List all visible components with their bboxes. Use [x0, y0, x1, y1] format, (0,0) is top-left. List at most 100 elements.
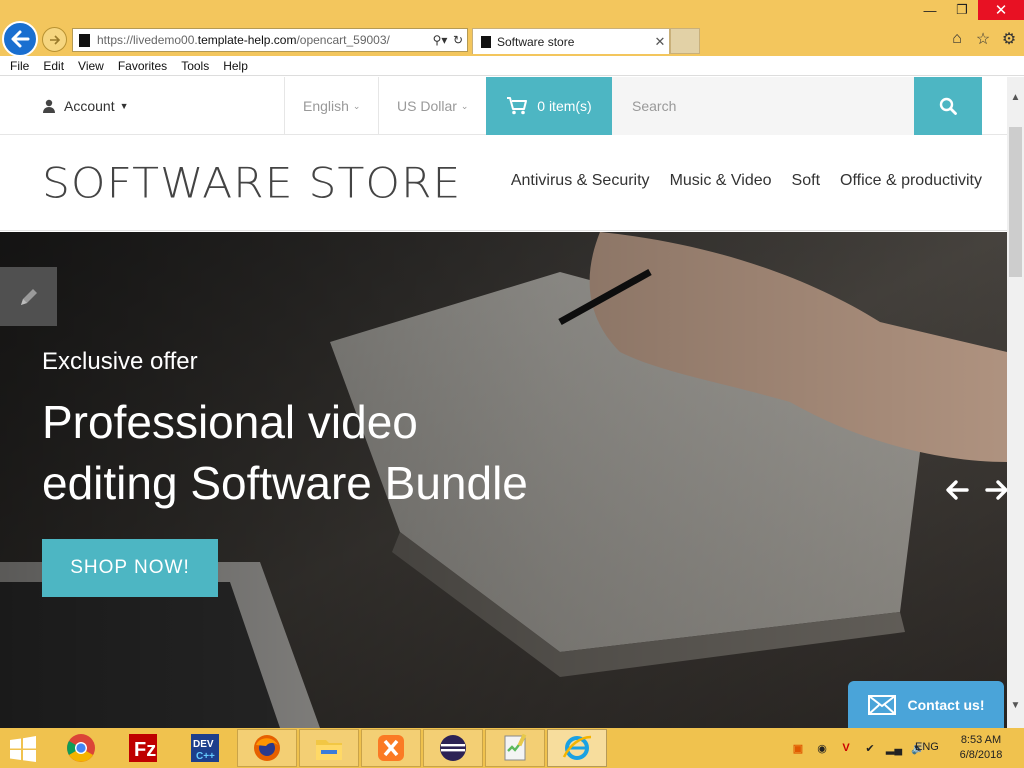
- divider: [284, 77, 285, 135]
- tray-app-icon[interactable]: ◉: [812, 738, 832, 758]
- page-scrollbar[interactable]: ▲ ▼: [1007, 77, 1024, 728]
- settings-gear-icon[interactable]: ⚙: [1000, 30, 1018, 48]
- taskbar-filezilla[interactable]: Fz: [113, 729, 173, 767]
- nav-office-productivity[interactable]: Office & productivity: [840, 172, 982, 190]
- clock-time: 8:53 AM: [960, 734, 1002, 746]
- scroll-down-icon[interactable]: ▼: [1007, 697, 1024, 714]
- taskbar-firefox[interactable]: [237, 729, 297, 767]
- url-path: /opencart_59003/: [296, 33, 390, 47]
- usb-safely-remove-icon[interactable]: ✔: [860, 738, 880, 758]
- menu-help[interactable]: Help: [223, 59, 248, 73]
- account-dropdown[interactable]: Account ▼: [42, 77, 129, 135]
- search-icon: [939, 97, 957, 115]
- url-prefix: https://livedemo00.: [97, 33, 198, 47]
- menu-bar: File Edit View Favorites Tools Help: [0, 56, 1024, 76]
- hero-slider: Exclusive offer Professional video editi…: [0, 232, 1007, 728]
- nav-music-video[interactable]: Music & Video: [670, 172, 772, 190]
- scroll-up-icon[interactable]: ▲: [1007, 89, 1024, 106]
- search-button[interactable]: [914, 77, 982, 135]
- menu-favorites[interactable]: Favorites: [118, 59, 167, 73]
- pencil-icon: [20, 288, 37, 305]
- xampp-tray-icon[interactable]: ▣: [788, 738, 808, 758]
- clock-date: 6/8/2018: [959, 749, 1003, 761]
- search-dropdown-icon[interactable]: ⚲▾: [431, 33, 449, 47]
- window-controls: — ❐ ✕: [914, 0, 1024, 22]
- input-language[interactable]: ENG: [915, 741, 939, 753]
- cart-button[interactable]: 0 item(s): [486, 77, 612, 135]
- language-label: English: [303, 98, 349, 114]
- language-select[interactable]: English ⌄: [303, 77, 360, 135]
- address-bar[interactable]: https://livedemo00.template-help.com/ope…: [72, 28, 468, 52]
- store-header: SOFTWARE STORE Antivirus & Security Musi…: [0, 136, 1007, 231]
- scroll-thumb[interactable]: [1009, 127, 1022, 277]
- close-window-button[interactable]: ✕: [978, 0, 1024, 20]
- url-host: template-help.com: [197, 33, 297, 47]
- devcpp-icon: DEV C++: [191, 734, 219, 762]
- forward-button[interactable]: [42, 27, 67, 52]
- firefox-icon: [254, 735, 280, 761]
- store-logo[interactable]: SOFTWARE STORE: [42, 159, 461, 207]
- clock[interactable]: 8:53 AM 6/8/2018: [955, 733, 1007, 763]
- hero-kicker: Exclusive offer: [42, 348, 198, 375]
- xampp-icon: [378, 735, 404, 761]
- refresh-icon[interactable]: ↻: [449, 33, 467, 47]
- filezilla-icon: Fz: [129, 734, 157, 762]
- tab-close-icon[interactable]: ✕: [651, 34, 669, 50]
- tray-v-icon[interactable]: V: [836, 738, 856, 758]
- windows-start-icon[interactable]: [8, 736, 38, 762]
- home-icon[interactable]: ⌂: [948, 30, 966, 48]
- search-input[interactable]: [612, 77, 914, 135]
- caret-down-icon: ▼: [119, 101, 129, 111]
- page-favicon-icon: [79, 33, 90, 47]
- hero-title: Professional video editing Software Bund…: [42, 392, 602, 514]
- slider-prev-button[interactable]: [944, 477, 970, 503]
- currency-label: US Dollar: [397, 98, 457, 114]
- notepadpp-icon: [504, 733, 527, 761]
- nav-soft[interactable]: Soft: [792, 172, 820, 190]
- cart-icon: [507, 97, 528, 115]
- web-page: Account ▼ English ⌄ US Dollar ⌄ 0 item(s…: [0, 77, 1007, 728]
- windows-taskbar: Fz DEV C++ ▣ ◉ V ✔ ▂▄ 🔊 ENG 8:53 AM 6/8/…: [0, 728, 1024, 768]
- chevron-down-icon: ⌄: [460, 100, 469, 111]
- forward-arrow-icon: [49, 34, 60, 45]
- back-button[interactable]: [2, 21, 38, 57]
- file-explorer-icon: [316, 740, 342, 760]
- browser-toolbar: — ❐ ✕ https://livedemo00.template-help.c…: [0, 0, 1024, 57]
- chrome-icon: [67, 734, 95, 762]
- contact-us-button[interactable]: Contact us!: [848, 681, 1004, 728]
- svg-text:Fz: Fz: [134, 739, 156, 761]
- minimize-button[interactable]: —: [914, 0, 946, 20]
- nav-antivirus-security[interactable]: Antivirus & Security: [511, 172, 650, 190]
- tab-title: Software store: [497, 34, 575, 49]
- taskbar-notepadpp[interactable]: [485, 729, 545, 767]
- tab-software-store[interactable]: Software store ✕: [472, 28, 670, 54]
- network-signal-icon[interactable]: ▂▄: [884, 738, 904, 758]
- browser-right-icons: ⌂ ☆ ⚙: [948, 30, 1018, 48]
- edit-tab[interactable]: [0, 267, 57, 326]
- new-tab-button[interactable]: [670, 28, 700, 54]
- menu-view[interactable]: View: [78, 59, 104, 73]
- currency-select[interactable]: US Dollar ⌄: [397, 77, 468, 135]
- restore-button[interactable]: ❐: [946, 0, 978, 20]
- taskbar-eclipse[interactable]: [423, 729, 483, 767]
- menu-file[interactable]: File: [10, 59, 29, 73]
- taskbar-xampp[interactable]: [361, 729, 421, 767]
- taskbar-devcpp[interactable]: DEV C++: [175, 729, 235, 767]
- store-topbar: Account ▼ English ⌄ US Dollar ⌄ 0 item(s…: [0, 77, 1007, 135]
- slider-next-button[interactable]: [984, 477, 1007, 503]
- url-text[interactable]: https://livedemo00.template-help.com/ope…: [97, 33, 431, 47]
- system-tray: ▣ ◉ V ✔ ▂▄ 🔊: [788, 728, 928, 768]
- arrow-left-icon: [946, 480, 969, 500]
- shop-now-button[interactable]: SHOP NOW!: [42, 539, 218, 597]
- arrow-right-icon: [985, 480, 1007, 500]
- favorites-star-icon[interactable]: ☆: [974, 30, 992, 48]
- internet-explorer-icon: [562, 735, 592, 760]
- hero-title-line: editing Software Bundle: [42, 457, 528, 509]
- taskbar-file-explorer[interactable]: [299, 729, 359, 767]
- cart-label: 0 item(s): [537, 98, 592, 114]
- menu-tools[interactable]: Tools: [181, 59, 209, 73]
- taskbar-internet-explorer[interactable]: [547, 729, 607, 767]
- taskbar-chrome[interactable]: [51, 729, 111, 767]
- eclipse-icon: [440, 735, 466, 761]
- menu-edit[interactable]: Edit: [43, 59, 64, 73]
